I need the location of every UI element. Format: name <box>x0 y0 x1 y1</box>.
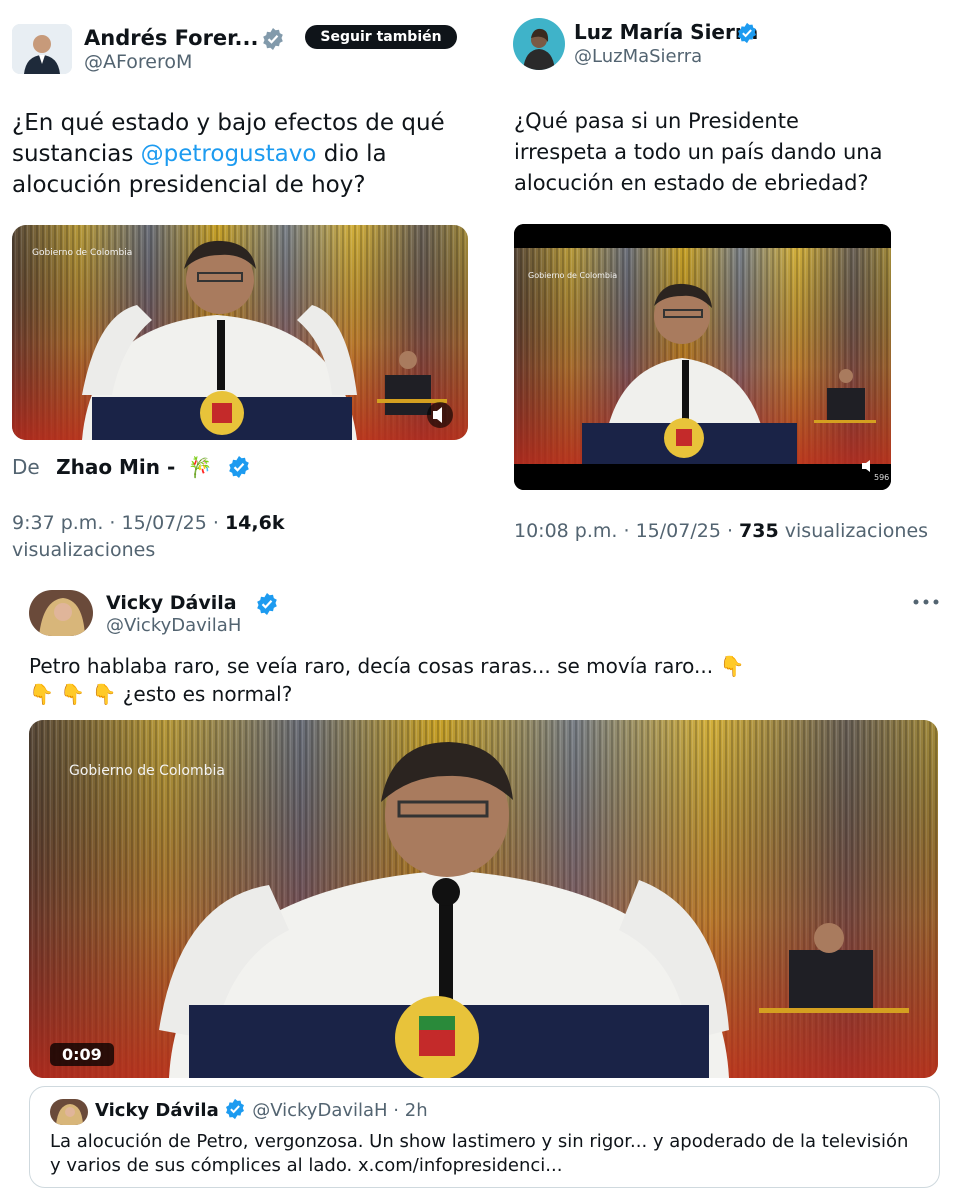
verified-badge-icon <box>257 593 277 615</box>
video-counter: 596 <box>874 473 889 482</box>
video-player[interactable]: Gobierno de Colombia <box>29 720 938 1078</box>
author-name[interactable]: Luz María Sierra <box>574 20 758 44</box>
tweet-timestamp[interactable]: 10:08 p.m. · 15/07/25 · 735 visualizacio… <box>514 520 928 542</box>
more-horizontal-icon[interactable] <box>912 597 940 607</box>
quote-author-handle: @VickyDavilaH <box>252 1100 388 1121</box>
quote-author-name: Vicky Dávila <box>95 1100 219 1121</box>
avatar <box>50 1099 88 1125</box>
mention-link[interactable]: @petrogustavo <box>141 141 317 167</box>
tweet-text: ¿Qué pasa si un Presidente irrespeta a t… <box>514 109 883 195</box>
pointing-down-emoji: 👇 <box>29 682 54 706</box>
from-attribution: De Zhao Min - 🎋 <box>12 455 251 479</box>
video-frame: Gobierno de Colombia <box>29 720 938 1078</box>
avatar[interactable] <box>29 590 93 636</box>
tweet-text: Petro hablaba raro, se veía raro, decía … <box>29 654 745 706</box>
view-count: 735 <box>739 520 779 542</box>
from-author-name[interactable]: Zhao Min - <box>56 455 175 479</box>
video-player[interactable]: Gobierno de Colombia 596 <box>514 224 891 490</box>
video-frame: Gobierno de Colombia <box>12 225 468 440</box>
author-handle[interactable]: @VickyDavilaH <box>106 615 241 636</box>
verified-badge-icon <box>738 22 756 44</box>
tweet-text: ¿En qué estado y bajo efectos de qué sus… <box>12 110 445 198</box>
quote-header: Vicky Dávila @VickyDavilaH · 2h <box>95 1098 428 1121</box>
video-frame: Gobierno de Colombia 596 <box>514 224 891 490</box>
video-watermark: Gobierno de Colombia <box>32 248 132 258</box>
quoted-tweet[interactable]: Vicky Dávila @VickyDavilaH · 2h La alocu… <box>29 1086 940 1188</box>
quote-age: 2h <box>404 1100 428 1121</box>
avatar[interactable] <box>513 18 565 70</box>
bamboo-emoji: 🎋 <box>187 455 213 479</box>
tweet-timestamp[interactable]: 9:37 p.m. · 15/07/25 · 14,6k <box>12 512 284 534</box>
video-watermark: Gobierno de Colombia <box>528 271 617 280</box>
pointing-down-emoji: 👇 <box>719 654 745 678</box>
video-watermark: Gobierno de Colombia <box>69 763 225 779</box>
verified-badge-icon <box>263 28 283 50</box>
follow-button-label: Seguir también <box>320 29 442 45</box>
follow-button[interactable]: Seguir también <box>305 25 457 49</box>
author-name[interactable]: Vicky Dávila <box>106 592 237 614</box>
views-label: visualizaciones <box>12 539 156 561</box>
author-name[interactable]: Andrés Forer... <box>84 26 258 50</box>
avatar[interactable] <box>12 24 72 74</box>
author-handle[interactable]: @AForeroM <box>84 51 192 73</box>
video-player[interactable]: Gobierno de Colombia <box>12 225 468 440</box>
verified-badge-icon <box>229 455 249 478</box>
pointing-down-emoji: 👇 <box>60 682 86 706</box>
quote-text: La alocución de Petro, vergonzosa. Un sh… <box>50 1131 909 1176</box>
verified-badge-icon <box>226 1098 245 1120</box>
pointing-down-emoji: 👇 <box>91 682 117 706</box>
view-count: 14,6k <box>224 512 285 534</box>
video-duration-badge: 0:09 <box>50 1043 114 1066</box>
author-handle[interactable]: @LuzMaSierra <box>574 46 702 67</box>
